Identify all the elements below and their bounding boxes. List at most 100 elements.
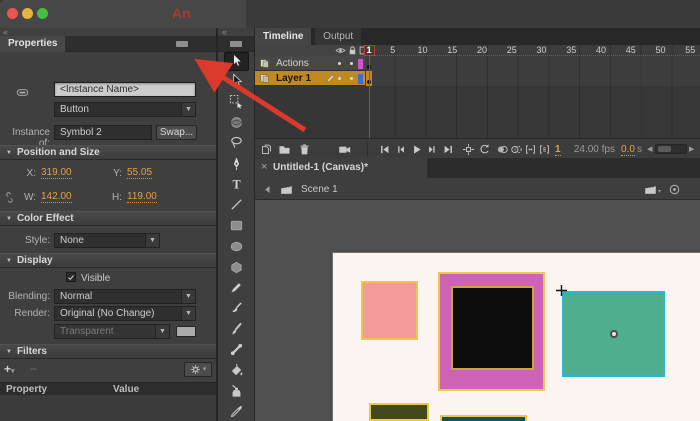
show-hide-all-layers-icon[interactable] bbox=[335, 45, 346, 56]
section-color-effect[interactable]: ▼ Color Effect bbox=[0, 211, 216, 226]
symbol-type-dropdown[interactable]: Button ▼ bbox=[54, 102, 196, 117]
tab-timeline[interactable]: Timeline bbox=[255, 28, 311, 45]
delete-layer-button[interactable] bbox=[297, 142, 311, 156]
tool-paint-bucket[interactable] bbox=[224, 363, 249, 382]
timeline-scrollbar-thumb[interactable] bbox=[658, 146, 671, 152]
breadcrumb-scene[interactable]: Scene 1 bbox=[301, 184, 338, 195]
dark-teal-square[interactable] bbox=[440, 415, 527, 421]
transformation-point[interactable] bbox=[610, 330, 618, 338]
layer-lock-dot[interactable] bbox=[350, 77, 353, 80]
ruler-frame-25[interactable]: 25 bbox=[502, 45, 522, 55]
play-button[interactable] bbox=[409, 142, 423, 156]
center-frame-button[interactable] bbox=[461, 142, 475, 156]
step-back-button[interactable] bbox=[393, 142, 407, 156]
tool-3d-rotation[interactable] bbox=[224, 114, 249, 133]
playhead-marker[interactable] bbox=[364, 45, 375, 56]
add-filter-button[interactable]: +▾ bbox=[4, 362, 15, 376]
tool-text[interactable]: T bbox=[224, 176, 249, 195]
tool-eyedropper[interactable] bbox=[224, 404, 249, 421]
layer-outline-color-swatch[interactable] bbox=[358, 59, 363, 69]
panel-menu-icon[interactable] bbox=[176, 41, 188, 47]
timeline-scrollbar[interactable] bbox=[655, 144, 687, 154]
tool-pen[interactable] bbox=[224, 156, 249, 175]
tab-properties[interactable]: Properties bbox=[0, 36, 65, 52]
ruler-frame-5[interactable]: 5 bbox=[383, 45, 403, 55]
tool-polystar[interactable] bbox=[224, 259, 249, 278]
tool-rectangle[interactable] bbox=[224, 218, 249, 237]
tab-output[interactable]: Output bbox=[315, 28, 361, 45]
new-folder-button[interactable] bbox=[277, 142, 291, 156]
layer-visibility-dot[interactable] bbox=[338, 62, 341, 65]
layer-visibility-dot[interactable] bbox=[338, 77, 341, 80]
close-document-icon[interactable]: × bbox=[261, 161, 267, 173]
current-frame-display[interactable]: 1 bbox=[555, 144, 561, 156]
blending-dropdown[interactable]: Normal ▼ bbox=[54, 289, 196, 304]
y-value[interactable]: 55.05 bbox=[127, 167, 152, 179]
olive-square[interactable] bbox=[369, 403, 429, 421]
ruler-frame-50[interactable]: 50 bbox=[651, 45, 671, 55]
layer-lock-dot[interactable] bbox=[350, 62, 353, 65]
back-arrow-icon[interactable] bbox=[261, 183, 273, 195]
frame-ruler[interactable]: 1510152025303540455055 bbox=[365, 45, 700, 56]
layer-row-layer-1[interactable]: Layer 1 bbox=[255, 71, 700, 86]
go-to-last-frame-button[interactable] bbox=[441, 142, 455, 156]
pink-square[interactable] bbox=[361, 281, 418, 340]
ruler-frame-10[interactable]: 10 bbox=[413, 45, 433, 55]
scroll-right-icon[interactable]: ▶ bbox=[689, 145, 694, 153]
tool-oval[interactable] bbox=[224, 238, 249, 257]
stage[interactable] bbox=[255, 200, 700, 421]
frame-rate-display[interactable]: 24.00 fps bbox=[567, 144, 615, 155]
transparent-color-swatch[interactable] bbox=[176, 326, 196, 337]
style-dropdown[interactable]: None ▼ bbox=[54, 233, 160, 248]
scroll-left-icon[interactable]: ◀ bbox=[647, 145, 652, 153]
tool-pencil[interactable] bbox=[224, 280, 249, 299]
layer-row-actions[interactable]: Actions bbox=[255, 56, 700, 71]
tool-paint-brush[interactable] bbox=[224, 321, 249, 340]
go-to-first-frame-button[interactable] bbox=[377, 142, 391, 156]
visible-checkbox[interactable] bbox=[66, 272, 76, 282]
layer-outline-color-swatch[interactable] bbox=[358, 74, 363, 84]
close-window-button[interactable] bbox=[7, 8, 18, 19]
remove-filter-button[interactable]: − bbox=[30, 362, 37, 376]
ruler-frame-45[interactable]: 45 bbox=[621, 45, 641, 55]
filter-options-button[interactable]: ▾ bbox=[184, 362, 212, 377]
ruler-frame-20[interactable]: 20 bbox=[472, 45, 492, 55]
edit-scene-button[interactable] bbox=[643, 182, 658, 196]
tool-bone[interactable] bbox=[224, 342, 249, 361]
playhead-line[interactable] bbox=[369, 56, 370, 138]
step-forward-button[interactable] bbox=[425, 142, 439, 156]
add-camera-button[interactable] bbox=[337, 142, 352, 156]
section-position-and-size[interactable]: ▼ Position and Size bbox=[0, 145, 216, 160]
elapsed-time-display[interactable]: 0.0 bbox=[621, 144, 635, 156]
swap-button[interactable]: Swap... bbox=[156, 125, 197, 140]
modify-markers-button[interactable] bbox=[537, 142, 551, 156]
instance-of-field[interactable]: Symbol 2 bbox=[54, 125, 152, 140]
ruler-frame-55[interactable]: 55 bbox=[680, 45, 700, 55]
frame-grid-empty[interactable] bbox=[365, 86, 700, 138]
section-filters[interactable]: ▼ Filters bbox=[0, 344, 216, 359]
panel-menu-icon[interactable] bbox=[230, 41, 242, 47]
minimize-window-button[interactable] bbox=[22, 8, 33, 19]
onion-skin-outlines-button[interactable] bbox=[509, 142, 523, 156]
w-value[interactable]: 142.00 bbox=[41, 191, 72, 203]
tool-free-transform[interactable] bbox=[224, 93, 249, 112]
edit-multiple-frames-button[interactable] bbox=[523, 142, 537, 156]
instance-name-input[interactable]: <Instance Name> bbox=[54, 82, 196, 97]
ruler-frame-35[interactable]: 35 bbox=[561, 45, 581, 55]
new-layer-button[interactable] bbox=[259, 142, 273, 156]
tool-brush[interactable] bbox=[224, 300, 249, 319]
zoom-window-button[interactable] bbox=[37, 8, 48, 19]
document-tab[interactable]: × Untitled-1 (Canvas)* bbox=[255, 158, 427, 178]
tool-lasso[interactable] bbox=[224, 135, 249, 154]
tool-line[interactable] bbox=[224, 197, 249, 216]
tool-ink-bottle[interactable] bbox=[224, 383, 249, 402]
ruler-frame-40[interactable]: 40 bbox=[591, 45, 611, 55]
ruler-frame-15[interactable]: 15 bbox=[442, 45, 462, 55]
h-value[interactable]: 119.00 bbox=[127, 191, 157, 203]
onion-skin-button[interactable] bbox=[495, 142, 509, 156]
section-display[interactable]: ▼ Display bbox=[0, 253, 216, 268]
edit-symbols-button[interactable] bbox=[667, 182, 682, 196]
layer-name-cell[interactable]: Actions bbox=[255, 56, 365, 71]
ruler-frame-30[interactable]: 30 bbox=[532, 45, 552, 55]
render-dropdown[interactable]: Original (No Change) ▼ bbox=[54, 306, 196, 321]
